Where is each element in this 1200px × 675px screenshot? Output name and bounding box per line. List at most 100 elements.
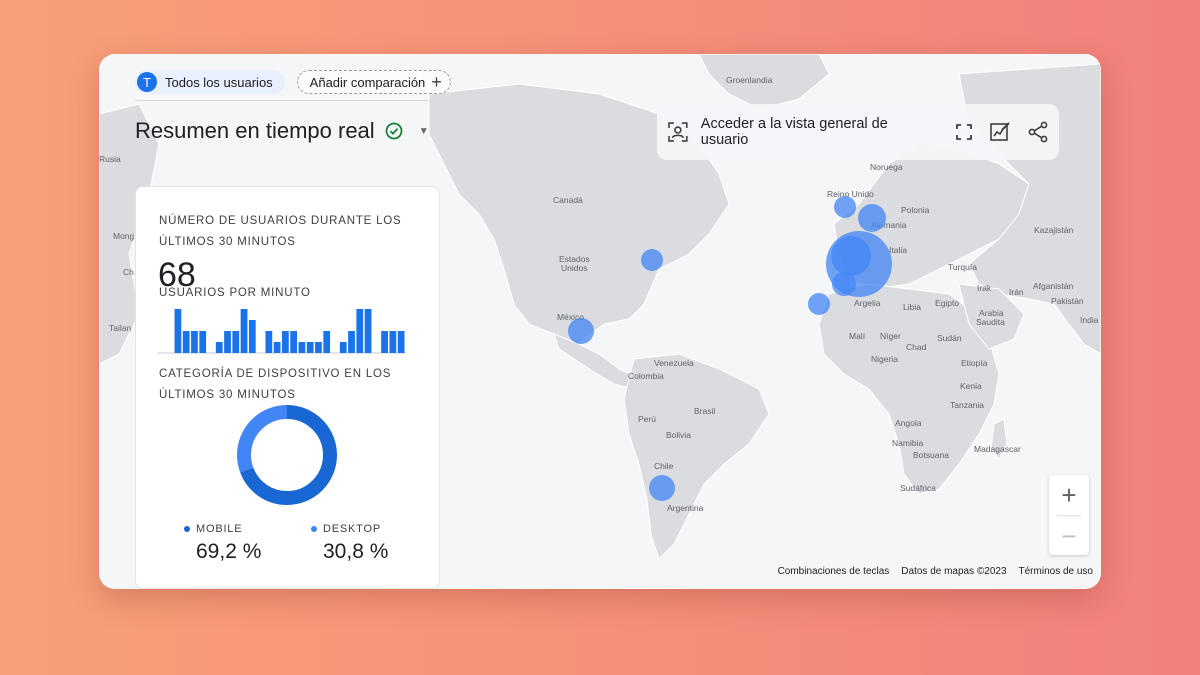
map-label-niger: Níger <box>880 331 901 341</box>
map-label-botswana: Botsuana <box>913 450 949 460</box>
user-snapshot-icon <box>668 122 688 142</box>
minute-bar[interactable] <box>215 342 223 353</box>
map-label-brasil: Brasil <box>694 406 715 416</box>
minute-bar[interactable] <box>182 331 190 353</box>
minute-bar[interactable] <box>306 342 314 353</box>
map-label-chad: Chad <box>906 342 927 352</box>
minute-bar[interactable] <box>389 331 397 353</box>
minute-bar[interactable] <box>397 331 405 353</box>
legend-desktop-value: 30,8 % <box>323 540 389 563</box>
map-label-saudi-2: Saudita <box>976 317 1005 327</box>
users-per-minute-chart <box>158 309 406 354</box>
map-label-italy: Italia <box>889 245 907 255</box>
device-label-line2: ÚLTIMOS 30 MINUTOS <box>159 389 296 401</box>
map-label-namibia: Namibia <box>892 438 923 448</box>
legend-desktop: DESKTOP <box>311 523 381 535</box>
minute-bar[interactable] <box>282 331 289 353</box>
minute-bar[interactable] <box>290 331 298 353</box>
minute-bar[interactable] <box>273 342 281 353</box>
legend-desktop-dot <box>311 526 317 532</box>
minute-bar[interactable] <box>323 331 331 353</box>
fullscreen-icon[interactable] <box>955 123 973 141</box>
user-overview-label: Acceder a la vista general de usuario <box>700 116 888 148</box>
minute-bar[interactable] <box>356 309 364 353</box>
minute-bar[interactable] <box>381 331 388 353</box>
map-label-pakistan: Pakistán <box>1051 296 1084 306</box>
map-footer: Combinaciones de teclas Datos de mapas ©… <box>778 566 1093 577</box>
legend-desktop-label: DESKTOP <box>323 523 381 535</box>
map-label-kenya: Kenia <box>960 381 982 391</box>
user-bubble-usa[interactable] <box>641 249 663 271</box>
map-label-usa-2: Unidos <box>561 263 587 273</box>
analytics-window: Groenlandia Rusia Mong Ch Tailan Canadá … <box>99 54 1101 589</box>
minute-bar[interactable] <box>348 331 355 353</box>
map-label-colombia: Colombia <box>628 371 664 381</box>
map-label-mali: Malí <box>849 331 866 341</box>
minute-bar[interactable] <box>265 331 273 353</box>
device-label-line1: CATEGORÍA DE DISPOSITIVO EN LOS <box>159 368 392 380</box>
map-label-india: India <box>1080 315 1099 325</box>
add-comparison-label: Añadir comparación <box>309 74 426 90</box>
all-users-label: Todos los usuarios <box>165 74 273 90</box>
user-bubble-germany[interactable] <box>858 204 886 232</box>
map-label-poland: Polonia <box>901 205 930 215</box>
user-bubble-mexico[interactable] <box>568 318 594 344</box>
map-label-china: Ch <box>123 267 134 277</box>
map-label-angola: Angola <box>895 418 922 428</box>
map-label-iraq: Irak <box>977 283 992 293</box>
zoom-in-button[interactable]: + <box>1049 475 1089 515</box>
users-label-line2: ÚLTIMOS 30 MINUTOS <box>159 236 296 248</box>
map-label-iran: Irán <box>1009 287 1024 297</box>
map-label-south-africa: Sudáfrica <box>900 483 936 493</box>
insights-edit-icon[interactable] <box>989 121 1011 143</box>
user-bubble-argentina[interactable] <box>649 475 675 501</box>
minute-bar[interactable] <box>315 342 322 353</box>
map-label-greenland: Groenlandia <box>726 75 773 85</box>
map-label-nigeria: Nigeria <box>871 354 898 364</box>
map-label-norway: Noruega <box>870 162 903 172</box>
map-label-ethiopia: Etiopía <box>961 358 988 368</box>
minute-bar[interactable] <box>191 331 198 353</box>
user-overview-button[interactable]: Acceder a la vista general de usuario <box>667 116 937 148</box>
share-icon[interactable] <box>1027 121 1049 143</box>
map-label-sudan: Sudán <box>937 333 962 343</box>
map-label-turkey: Turquía <box>948 262 977 272</box>
minute-bar[interactable] <box>240 309 248 353</box>
map-label-tanzania: Tanzania <box>950 400 984 410</box>
map-label-canada: Canadá <box>553 195 583 205</box>
add-comparison-button[interactable]: Añadir comparación + <box>296 70 451 94</box>
keyboard-shortcuts-link[interactable]: Combinaciones de teclas <box>778 566 890 577</box>
zoom-out-button[interactable]: − <box>1049 516 1089 556</box>
map-label-russia: Rusia <box>99 154 121 164</box>
minute-bar[interactable] <box>174 309 182 353</box>
plus-icon: + <box>431 72 442 92</box>
users-label-line1: NÚMERO DE USUARIOS DURANTE LOS <box>159 215 402 227</box>
all-users-chip[interactable]: T Todos los usuarios <box>135 70 285 94</box>
minute-bar[interactable] <box>232 331 240 353</box>
user-bubble-uk[interactable] <box>834 196 856 218</box>
minute-bar[interactable] <box>339 342 347 353</box>
realtime-stats-card: NÚMERO DE USUARIOS DURANTE LOS ÚLTIMOS 3… <box>135 186 440 589</box>
terms-link[interactable]: Términos de uso <box>1019 566 1093 577</box>
minute-bar[interactable] <box>298 342 306 353</box>
device-category-label: CATEGORÍA DE DISPOSITIVO EN LOS ÚLTIMOS … <box>159 364 419 406</box>
minute-bar[interactable] <box>224 331 231 353</box>
map-label-afghanistan: Afganistán <box>1033 281 1073 291</box>
user-bubble-morocco[interactable] <box>832 272 856 296</box>
legend-mobile-value: 69,2 % <box>196 540 262 563</box>
minute-bar[interactable] <box>248 320 256 353</box>
map-label-egypt: Egipto <box>935 298 959 308</box>
minute-bar[interactable] <box>364 309 372 353</box>
map-label-libya: Libia <box>903 302 921 312</box>
user-bubble-spain-2[interactable] <box>831 236 871 276</box>
legend-mobile-label: MOBILE <box>196 523 243 535</box>
map-label-chile: Chile <box>654 461 674 471</box>
map-label-mongolia: Mong <box>113 231 135 241</box>
chevron-down-icon[interactable]: ▼ <box>419 126 429 137</box>
minute-bar[interactable] <box>199 331 207 353</box>
map-label-peru: Perú <box>638 414 656 424</box>
page-title: Resumen en tiempo real <box>135 118 375 143</box>
map-label-madagascar: Madagascar <box>974 444 1021 454</box>
user-bubble-canary[interactable] <box>808 293 830 315</box>
bar-group <box>158 309 406 354</box>
